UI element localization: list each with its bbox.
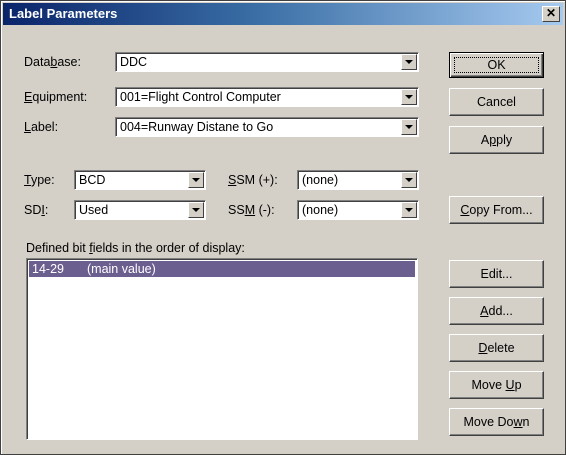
- close-button[interactable]: ✕: [542, 6, 560, 22]
- edit-button[interactable]: Edit...: [449, 260, 544, 288]
- sdi-dropdown-button[interactable]: [188, 202, 204, 218]
- dialog-title: Label Parameters: [9, 6, 118, 21]
- bitfield-bits: 14-29: [32, 262, 64, 276]
- chevron-down-icon: [405, 125, 413, 129]
- ssm-plus-label: SSM (+):: [228, 173, 278, 187]
- ssm-minus-value: (none): [302, 203, 339, 217]
- equipment-value: 001=Flight Control Computer: [120, 90, 281, 104]
- database-select[interactable]: DDC: [115, 52, 419, 72]
- title-bar[interactable]: Label Parameters ✕: [3, 3, 563, 25]
- equipment-label: Equipment:: [24, 90, 88, 104]
- delete-button[interactable]: Delete: [449, 334, 544, 362]
- ssm-plus-value: (none): [302, 173, 339, 187]
- chevron-down-icon: [192, 208, 200, 212]
- type-label: Type:: [24, 173, 55, 187]
- label-dropdown-button[interactable]: [401, 119, 417, 135]
- database-label: Database:: [24, 55, 81, 69]
- copy-from-button[interactable]: Copy From...: [449, 196, 544, 224]
- sdi-label: SDI:: [24, 203, 49, 217]
- ssm-minus-dropdown-button[interactable]: [401, 202, 417, 218]
- chevron-down-icon: [405, 178, 413, 182]
- label-select[interactable]: 004=Runway Distane to Go: [115, 117, 419, 137]
- label-parameters-dialog: Label Parameters ✕ Database: DDC Equipme…: [0, 0, 566, 455]
- database-dropdown-button[interactable]: [401, 54, 417, 70]
- ok-button[interactable]: OK: [449, 52, 544, 78]
- move-up-button[interactable]: Move Up: [449, 371, 544, 399]
- type-dropdown-button[interactable]: [188, 172, 204, 188]
- sdi-value: Used: [79, 203, 109, 217]
- cancel-button[interactable]: Cancel: [449, 88, 544, 116]
- apply-button[interactable]: Apply: [449, 126, 544, 154]
- chevron-down-icon: [405, 95, 413, 99]
- sdi-select[interactable]: Used: [74, 200, 206, 220]
- ssm-plus-select[interactable]: (none): [297, 170, 419, 190]
- close-icon: ✕: [545, 6, 557, 20]
- bitfields-caption: Defined bit fields in the order of displ…: [26, 241, 245, 255]
- ssm-minus-select[interactable]: (none): [297, 200, 419, 220]
- equipment-select[interactable]: 001=Flight Control Computer: [115, 87, 419, 107]
- database-value: DDC: [120, 55, 148, 69]
- move-down-button[interactable]: Move Down: [449, 408, 544, 436]
- bitfield-name: (main value): [87, 262, 156, 276]
- ssm-plus-dropdown-button[interactable]: [401, 172, 417, 188]
- chevron-down-icon: [405, 60, 413, 64]
- label-label: Label:: [24, 120, 59, 134]
- add-button[interactable]: Add...: [449, 297, 544, 325]
- type-select[interactable]: BCD: [74, 170, 206, 190]
- chevron-down-icon: [405, 208, 413, 212]
- chevron-down-icon: [192, 178, 200, 182]
- equipment-dropdown-button[interactable]: [401, 89, 417, 105]
- bitfields-listbox[interactable]: 14-29 (main value): [26, 258, 418, 440]
- label-value: 004=Runway Distane to Go: [120, 120, 274, 134]
- type-value: BCD: [79, 173, 106, 187]
- list-item[interactable]: 14-29 (main value): [29, 261, 415, 277]
- ssm-minus-label: SSM (-):: [228, 203, 275, 217]
